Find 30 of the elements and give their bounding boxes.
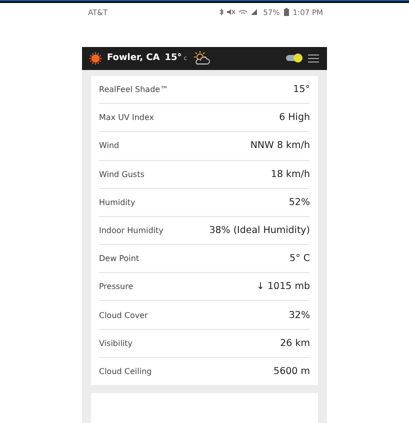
status-icons [219, 8, 260, 16]
current-temperature: 15° [164, 53, 182, 64]
detail-label: Indoor Humidity [99, 226, 164, 235]
detail-value: 52% [288, 196, 310, 208]
detail-value: 26 km [280, 338, 310, 349]
partly-cloudy-icon [192, 51, 210, 66]
detail-value: 18 km/h [270, 168, 310, 180]
detail-label: Max UV Index [99, 113, 154, 122]
menu-icon[interactable] [308, 54, 319, 63]
detail-value: 38% (Ideal Humidity) [209, 224, 310, 236]
detail-value: NNW 8 km/h [250, 140, 310, 152]
detail-value: 5° C [290, 253, 310, 264]
detail-value: ↓ 1015 mb [256, 281, 310, 292]
detail-value: 15° [293, 84, 310, 96]
detail-label: Visibility [99, 338, 133, 348]
detail-label: Cloud Cover [99, 310, 148, 320]
detail-label: RealFeel Shade™ [99, 85, 168, 94]
detail-value: 5600 m [274, 366, 310, 377]
sun-icon [89, 52, 102, 65]
detail-label: Wind [99, 141, 120, 150]
detail-label: Humidity [99, 198, 136, 207]
detail-label: Pressure [99, 282, 134, 292]
detail-label: Wind Gusts [99, 170, 144, 179]
detail-label: Dew Point [99, 254, 140, 264]
battery-icon [284, 8, 289, 16]
detail-value: 32% [288, 310, 310, 321]
detail-value: 6 High [279, 112, 310, 124]
detail-label: Cloud Ceiling [99, 366, 152, 376]
toggle-icon[interactable] [286, 53, 303, 64]
location-name[interactable]: Fowler, CA [107, 53, 160, 64]
